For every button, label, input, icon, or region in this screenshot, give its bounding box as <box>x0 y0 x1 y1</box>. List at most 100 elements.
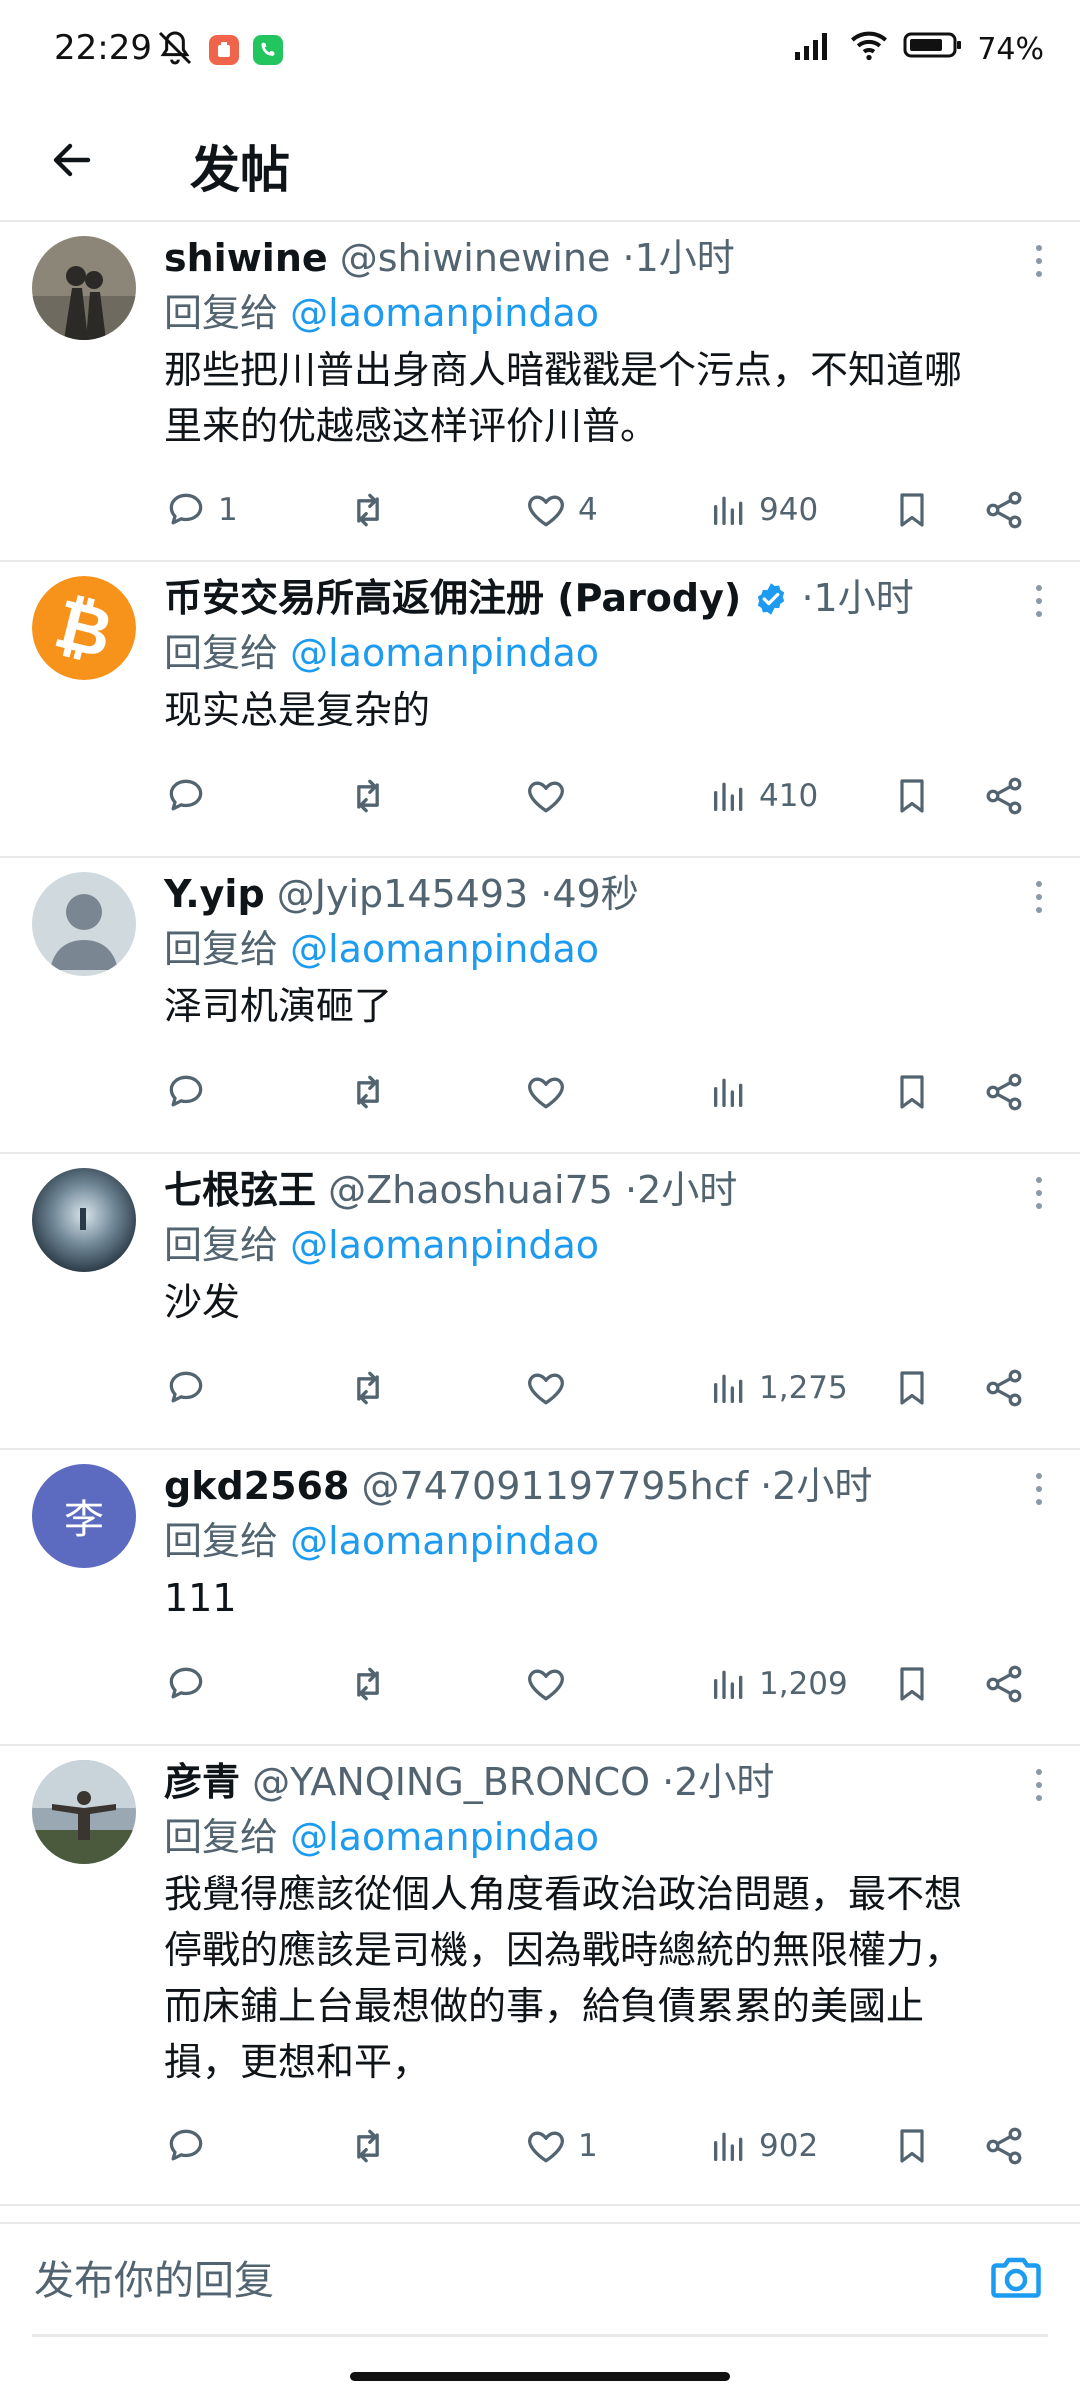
avatar[interactable] <box>32 1168 136 1272</box>
reply-tweet[interactable]: 彦青 @YANQING_BRONCO ·2小时 回复给 @laomanpinda… <box>0 1746 1080 2206</box>
display-name[interactable]: 七根弦王 <box>164 1168 316 1212</box>
display-name[interactable]: 币安交易所高返佣注册 (Parody) <box>164 576 741 620</box>
like-button[interactable] <box>524 766 568 826</box>
like-button[interactable]: 1 <box>524 2116 598 2176</box>
retweet-button[interactable] <box>344 1062 392 1122</box>
display-name[interactable]: shiwine <box>164 236 328 280</box>
like-count: 4 <box>578 492 598 528</box>
retweet-button[interactable] <box>344 766 392 826</box>
bitcoin-icon: ₿ <box>32 576 136 680</box>
reply-tweet[interactable]: 李 gkd2568 @747091197795hcf ·2小时 回复给 @lao… <box>0 1450 1080 1746</box>
retweet-button[interactable] <box>344 2116 392 2176</box>
more-options-icon[interactable] <box>1024 872 1054 922</box>
reply-to-handle[interactable]: @laomanpindao <box>290 291 599 335</box>
views-button[interactable] <box>709 1062 749 1122</box>
user-handle[interactable]: @shiwinewine <box>340 236 611 280</box>
user-handle[interactable]: @YANQING_BRONCO <box>252 1760 650 1804</box>
reply-to-handle[interactable]: @laomanpindao <box>290 1223 599 1267</box>
share-button[interactable] <box>982 2116 1026 2176</box>
more-options-icon[interactable] <box>1024 1760 1054 1810</box>
tweet-time: 49秒 <box>552 872 639 916</box>
heart-icon <box>528 1669 564 1701</box>
more-options-icon[interactable] <box>1024 1464 1054 1514</box>
reply-to-label: 回复给 <box>164 1223 279 1267</box>
more-options-icon[interactable] <box>1024 576 1054 626</box>
analytics-icon <box>714 782 743 811</box>
reply-button[interactable] <box>164 1358 208 1418</box>
avatar[interactable] <box>32 872 136 976</box>
avatar[interactable]: ₿ <box>32 576 136 680</box>
page-title: 发帖 <box>190 141 290 199</box>
reply-tweet[interactable]: ₿ 币安交易所高返佣注册 (Parody) ·1小时 回复给 @laomanpi… <box>0 562 1080 858</box>
views-button[interactable]: 1,275 <box>709 1358 848 1418</box>
share-icon <box>986 2127 1022 2165</box>
composer-divider <box>32 2334 1048 2337</box>
more-options-icon[interactable] <box>1024 236 1054 286</box>
retweet-button[interactable] <box>344 1358 392 1418</box>
reply-icon <box>169 493 203 525</box>
tweet-time: 2小时 <box>674 1760 775 1804</box>
views-button[interactable]: 902 <box>709 2116 818 2176</box>
retweet-button[interactable] <box>344 1654 392 1714</box>
user-handle[interactable]: @Jyip145493 <box>277 872 528 916</box>
avatar[interactable] <box>32 236 136 340</box>
share-button[interactable] <box>982 1062 1026 1122</box>
more-options-icon[interactable] <box>1024 1168 1054 1218</box>
reply-button[interactable] <box>164 2116 208 2176</box>
bookmark-icon <box>900 1075 924 1109</box>
user-handle[interactable]: @Zhaoshuai75 <box>328 1168 613 1212</box>
reply-button[interactable] <box>164 1654 208 1714</box>
reply-to-handle[interactable]: @laomanpindao <box>290 927 599 971</box>
like-button[interactable] <box>524 1062 568 1122</box>
avatar[interactable]: 李 <box>32 1464 136 1568</box>
reply-button[interactable]: 1 <box>164 480 238 540</box>
display-name[interactable]: 彦青 <box>164 1760 240 1804</box>
bookmark-button[interactable] <box>892 1358 932 1418</box>
meta-separator: · <box>760 1464 773 1508</box>
reply-to-handle[interactable]: @laomanpindao <box>290 631 599 675</box>
bookmark-button[interactable] <box>892 1062 932 1122</box>
reply-tweet[interactable]: Y.yip @Jyip145493 ·49秒 回复给 @laomanpindao… <box>0 858 1080 1154</box>
reply-to-line: 回复给 @laomanpindao <box>164 1218 1056 1272</box>
tweet-text-line: 111 <box>164 1576 237 1620</box>
verified-badge-icon <box>758 583 785 615</box>
bookmark-button[interactable] <box>892 480 932 540</box>
reply-to-label: 回复给 <box>164 631 279 675</box>
bookmark-button[interactable] <box>892 1654 932 1714</box>
reply-button[interactable] <box>164 766 208 826</box>
avatar[interactable] <box>32 1760 136 1864</box>
home-indicator[interactable] <box>350 2372 730 2381</box>
tweet-text-line: 沙发 <box>164 1280 241 1324</box>
reply-input[interactable] <box>32 2224 976 2338</box>
reply-list: shiwine @shiwinewine ·1小时 回复给 @laomanpin… <box>0 222 1080 2206</box>
bookmark-button[interactable] <box>892 766 932 826</box>
views-button[interactable]: 410 <box>709 766 818 826</box>
reply-tweet[interactable]: 七根弦王 @Zhaoshuai75 ·2小时 回复给 @laomanpindao… <box>0 1154 1080 1450</box>
reply-to-handle[interactable]: @laomanpindao <box>290 1815 599 1859</box>
like-button[interactable] <box>524 1358 568 1418</box>
user-handle[interactable]: @747091197795hcf <box>362 1464 748 1508</box>
like-button[interactable]: 4 <box>524 480 598 540</box>
tweet-text-line: 泽司机演砸了 <box>164 984 393 1028</box>
views-button[interactable]: 940 <box>709 480 818 540</box>
views-button[interactable]: 1,209 <box>709 1654 848 1714</box>
reply-tweet[interactable]: shiwine @shiwinewine ·1小时 回复给 @laomanpin… <box>0 222 1080 562</box>
tweet-text-line: 停戰的應該是司機，因為戰時總統的無限權力， <box>164 1928 963 1972</box>
bookmark-button[interactable] <box>892 2116 932 2176</box>
camera-button[interactable] <box>986 2248 1046 2308</box>
back-button[interactable] <box>40 128 104 192</box>
share-button[interactable] <box>982 1654 1026 1714</box>
share-button[interactable] <box>982 766 1026 826</box>
display-name[interactable]: Y.yip <box>164 872 265 916</box>
reply-to-handle[interactable]: @laomanpindao <box>290 1519 599 1563</box>
battery-icon <box>903 30 963 68</box>
bookmark-icon <box>900 1667 924 1701</box>
reply-icon <box>169 1371 203 1403</box>
like-button[interactable] <box>524 1654 568 1714</box>
reply-button[interactable] <box>164 1062 208 1122</box>
reply-icon <box>169 1667 203 1699</box>
share-button[interactable] <box>982 480 1026 540</box>
share-button[interactable] <box>982 1358 1026 1418</box>
retweet-button[interactable] <box>344 480 392 540</box>
display-name[interactable]: gkd2568 <box>164 1464 349 1508</box>
